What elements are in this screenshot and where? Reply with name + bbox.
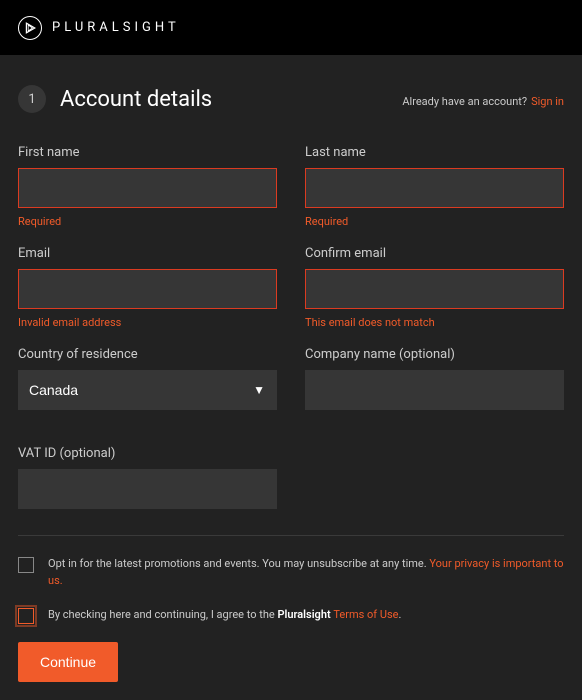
signin-prompt: Already have an account? bbox=[402, 95, 527, 108]
terms-checkbox[interactable] bbox=[18, 608, 34, 624]
first-name-field: First name Required bbox=[18, 145, 277, 228]
first-name-error: Required bbox=[18, 215, 277, 228]
company-label: Company name (optional) bbox=[305, 347, 564, 362]
company-field: Company name (optional) bbox=[305, 347, 564, 428]
title-row: 1 Account details Already have an accoun… bbox=[18, 85, 564, 113]
country-field: Country of residence Canada ▼ bbox=[18, 347, 277, 428]
country-error bbox=[18, 417, 277, 428]
email-input[interactable] bbox=[18, 269, 277, 309]
company-error bbox=[305, 417, 564, 428]
email-error: Invalid email address bbox=[18, 316, 277, 329]
confirm-email-field: Confirm email This email does not match bbox=[305, 246, 564, 329]
form-grid: First name Required Last name Required E… bbox=[18, 145, 564, 509]
terms-consent-text: By checking here and continuing, I agree… bbox=[48, 607, 401, 624]
confirm-email-error: This email does not match bbox=[305, 316, 564, 329]
last-name-label: Last name bbox=[305, 145, 564, 160]
terms-brand: Pluralsight bbox=[277, 608, 330, 621]
last-name-input[interactable] bbox=[305, 168, 564, 208]
step-badge: 1 bbox=[18, 85, 46, 113]
promo-consent-text: Opt in for the latest promotions and eve… bbox=[48, 556, 564, 589]
last-name-error: Required bbox=[305, 215, 564, 228]
promo-checkbox[interactable] bbox=[18, 557, 34, 573]
first-name-input[interactable] bbox=[18, 168, 277, 208]
promo-text-pre: Opt in for the latest promotions and eve… bbox=[48, 557, 429, 570]
promo-consent-row: Opt in for the latest promotions and eve… bbox=[18, 556, 564, 589]
vat-field: VAT ID (optional) bbox=[18, 446, 277, 509]
country-select[interactable]: Canada bbox=[18, 370, 277, 410]
divider bbox=[18, 535, 564, 536]
country-label: Country of residence bbox=[18, 347, 277, 362]
confirm-email-label: Confirm email bbox=[305, 246, 564, 261]
page-title: Account details bbox=[60, 87, 212, 112]
brand-logo: PLURALSIGHT bbox=[18, 16, 180, 40]
email-label: Email bbox=[18, 246, 277, 261]
email-field: Email Invalid email address bbox=[18, 246, 277, 329]
brand-name: PLURALSIGHT bbox=[52, 20, 180, 35]
terms-suffix: . bbox=[399, 608, 402, 621]
signin-link[interactable]: Sign in bbox=[531, 95, 564, 108]
app-header: PLURALSIGHT bbox=[0, 0, 582, 55]
confirm-email-input[interactable] bbox=[305, 269, 564, 309]
first-name-label: First name bbox=[18, 145, 277, 160]
vat-input[interactable] bbox=[18, 469, 277, 509]
continue-button[interactable]: Continue bbox=[18, 642, 118, 682]
play-triangle-icon bbox=[18, 16, 42, 40]
form-content: 1 Account details Already have an accoun… bbox=[0, 55, 582, 700]
terms-text-pre: By checking here and continuing, I agree… bbox=[48, 608, 277, 621]
company-input[interactable] bbox=[305, 370, 564, 410]
last-name-field: Last name Required bbox=[305, 145, 564, 228]
terms-consent-row: By checking here and continuing, I agree… bbox=[18, 607, 564, 624]
terms-of-use-link[interactable]: Terms of Use bbox=[333, 608, 398, 621]
vat-label: VAT ID (optional) bbox=[18, 446, 277, 461]
